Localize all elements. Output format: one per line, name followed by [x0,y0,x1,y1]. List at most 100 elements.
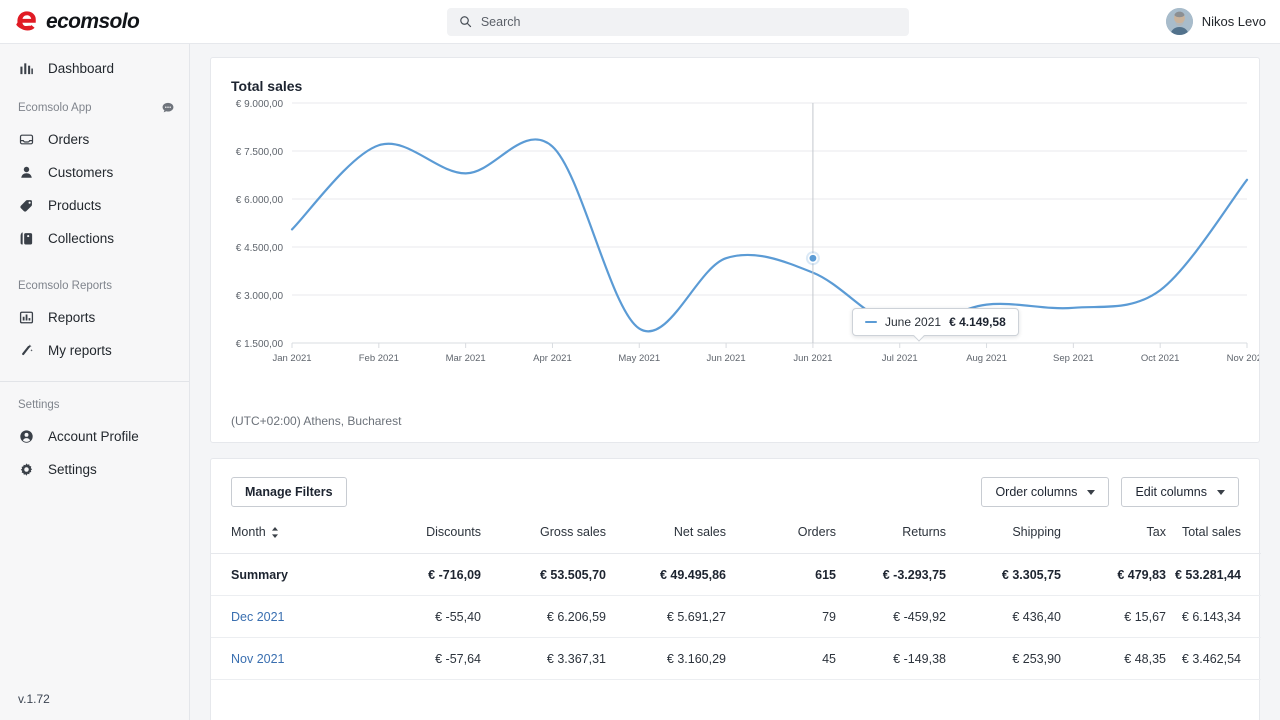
x-axis-tick-label: May 2021 [618,353,660,364]
table-cell: € 5.691,27 [606,596,726,638]
sidebar-item-label: Dashboard [48,61,114,76]
table-cell: € -3.293,75 [836,554,946,596]
column-header-shipping[interactable]: Shipping [946,525,1061,554]
avatar [1166,8,1193,35]
x-axis-tick-label: Aug 2021 [966,353,1007,364]
gear-icon [18,461,35,478]
app-version: v.1.72 [18,692,50,706]
sidebar-item-account-profile[interactable]: Account Profile [0,420,189,453]
search-icon [459,15,472,28]
sidebar-item-label: Collections [48,231,114,246]
sidebar-item-customers[interactable]: Customers [0,156,189,189]
x-axis-tick-label: Oct 2021 [1141,353,1180,364]
sidebar-item-orders[interactable]: Orders [0,123,189,156]
order-columns-button[interactable]: Order columns [981,477,1109,507]
sidebar-item-dashboard[interactable]: Dashboard [0,52,189,85]
table-body: Summary€ -716,09€ 53.505,70€ 49.495,8661… [211,554,1261,680]
sidebar-item-label: Reports [48,310,95,325]
x-axis-tick-label: Feb 2021 [359,353,399,364]
table-cell: € -459,92 [836,596,946,638]
chat-bubble-icon[interactable] [161,101,175,115]
sidebar-item-label: My reports [48,343,112,358]
sidebar-item-label: Products [48,198,101,213]
x-axis-tick-label: Apr 2021 [533,353,572,364]
sidebar-item-products[interactable]: Products [0,189,189,222]
total-sales-line-chart: € 1.500,00€ 3.000,00€ 4.500,00€ 6.000,00… [211,98,1259,398]
bar-chart-icon [18,60,35,77]
sidebar-group-title: Ecomsolo App [18,102,161,114]
sort-arrows-icon [271,527,279,538]
column-header-label: Month [231,525,266,539]
sidebar-group-title: Settings [18,399,175,411]
total-sales-chart-card: Total sales € 1.500,00€ 3.000,00€ 4.500,… [210,57,1260,443]
table-header: Month Discounts Gross sales Net sales Or… [211,525,1261,554]
user-menu[interactable]: Nikos Levo [1166,8,1280,35]
month-link[interactable]: Nov 2021 [231,652,285,666]
x-axis-tick-label: Nov 2021 [1227,353,1259,364]
sidebar-item-reports[interactable]: Reports [0,301,189,334]
sidebar-group-header-reports: Ecomsolo Reports [0,271,189,301]
report-chart-icon [18,309,35,326]
table-cell: € 6.206,59 [481,596,606,638]
inbox-icon [18,131,35,148]
table-row: Summary€ -716,09€ 53.505,70€ 49.495,8661… [211,554,1261,596]
sidebar-group-header-app: Ecomsolo App [0,93,189,123]
column-header-gross-sales[interactable]: Gross sales [481,525,606,554]
sidebar-item-label: Orders [48,132,89,147]
brand-logo[interactable]: ecomsolo [0,0,190,44]
edit-columns-label: Edit columns [1135,485,1207,499]
table-cell: € 3.367,31 [481,638,606,680]
column-header-month[interactable]: Month [211,525,376,554]
y-axis-tick-label: € 4.500,00 [236,243,284,254]
y-axis-tick-label: € 3.000,00 [236,291,284,302]
x-axis-tick-label: Jul 2021 [882,353,918,364]
search-area: Search [190,8,1166,36]
table-cell: € 49.495,86 [606,554,726,596]
edit-columns-button[interactable]: Edit columns [1121,477,1239,507]
sidebar-item-label: Customers [48,165,113,180]
sales-table: Month Discounts Gross sales Net sales Or… [211,525,1261,680]
sidebar-item-label: Settings [48,462,97,477]
chart-title: Total sales [211,58,1259,94]
main-content: Total sales € 1.500,00€ 3.000,00€ 4.500,… [190,44,1280,720]
table-cell: € 253,90 [946,638,1061,680]
manage-filters-button[interactable]: Manage Filters [231,477,347,507]
x-axis-tick-label: Sep 2021 [1053,353,1094,364]
table-cell: € 3.462,54 [1166,638,1261,680]
search-input[interactable]: Search [447,8,909,36]
chevron-down-icon [1087,490,1095,495]
sidebar-item-settings[interactable]: Settings [0,453,189,486]
person-icon [18,164,35,181]
column-header-discounts[interactable]: Discounts [376,525,481,554]
table-toolbar: Manage Filters Order columns Edit column… [211,459,1259,525]
chart-tooltip: June 2021 € 4.149,58 [852,308,1019,336]
chart-timezone-note: (UTC+02:00) Athens, Bucharest [231,414,401,428]
table-cell: € -716,09 [376,554,481,596]
table-cell: € 479,83 [1061,554,1166,596]
tag-icon [18,197,35,214]
month-sort-control[interactable]: Month [231,525,279,539]
sidebar-item-collections[interactable]: Collections [0,222,189,255]
table-cell: 79 [726,596,836,638]
column-header-total-sales[interactable]: Total sales [1166,525,1261,554]
column-header-returns[interactable]: Returns [836,525,946,554]
column-header-net-sales[interactable]: Net sales [606,525,726,554]
line-series-dash-icon [865,321,877,323]
month-link[interactable]: Dec 2021 [231,610,285,624]
y-axis-tick-label: € 6.000,00 [236,195,284,206]
chart-active-point[interactable] [809,254,817,262]
x-axis-tick-label: Jan 2021 [272,353,311,364]
table-cell: € 53.281,44 [1166,554,1261,596]
table-cell: € 53.505,70 [481,554,606,596]
sidebar-item-label: Account Profile [48,429,139,444]
column-header-orders[interactable]: Orders [726,525,836,554]
sidebar-group-title: Ecomsolo Reports [18,280,175,292]
magic-wand-icon [18,342,35,359]
table-row: Dec 2021€ -55,40€ 6.206,59€ 5.691,2779€ … [211,596,1261,638]
table-cell: Summary [211,554,376,596]
sidebar-item-my-reports[interactable]: My reports [0,334,189,367]
user-name: Nikos Levo [1202,14,1266,29]
column-header-tax[interactable]: Tax [1061,525,1166,554]
sales-table-card: Manage Filters Order columns Edit column… [210,458,1260,720]
table-cell: € -149,38 [836,638,946,680]
